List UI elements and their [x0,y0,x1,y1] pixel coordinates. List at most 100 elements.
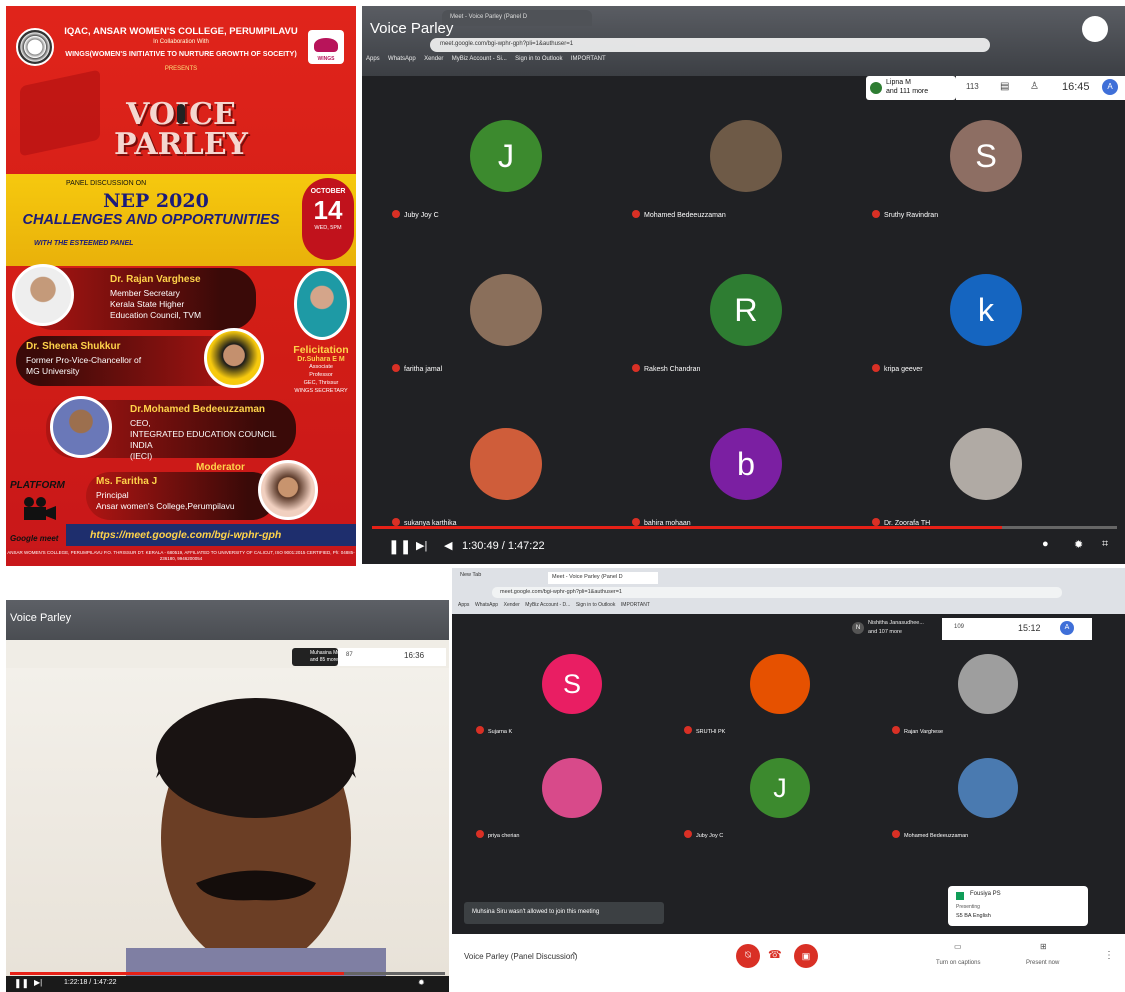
activities-icon[interactable]: ♙ [1030,81,1039,92]
others-chip[interactable]: Lipna M and 111 more [866,76,956,100]
participant-tile[interactable]: b bahira mohaan [628,410,864,530]
bookmark-whatsapp[interactable]: WhatsApp [388,56,416,62]
hang-up-icon[interactable]: ☎ [768,948,782,961]
pause-icon[interactable]: ❚❚ [388,538,411,555]
mic-off-icon [872,364,880,372]
mic-off-icon [392,364,400,372]
join-denied-notice: Muhsina Siru wasn't allowed to join this… [464,902,664,924]
fullscreen-exit-icon[interactable]: ⌗ [1102,538,1108,551]
bookmark-mybiz[interactable]: MyBiz Account - Si... [452,56,507,62]
speaker-photo [258,460,318,520]
mic-off-icon [476,726,484,734]
meeting-clock: 16:36 [404,651,425,660]
autoplay-toggle[interactable]: ● [1042,538,1049,550]
participant-tile[interactable]: faritha jamal [388,256,624,376]
topic-subtitle: CHALLENGES AND OPPORTUNITIES [22,212,280,228]
others-chip[interactable]: N Nishitha Janasudhee... and 107 more [850,618,942,640]
speaker-photo [204,328,264,388]
others-chip[interactable]: Muhasina Musi and 85 more [292,648,344,666]
event-poster: WINGS IQAC, ANSAR WOMEN'S COLLEGE, PERUM… [6,6,356,566]
participant-tile[interactable]: Rajan Varghese [888,642,1088,738]
felicitation-photo [294,268,350,340]
participant-name: Juby Joy C [392,210,439,219]
participant-tile[interactable]: Mohamed Bedeeuzzaman [888,746,1088,842]
participant-tile[interactable]: Mohamed Bedeeuzzaman [628,102,864,222]
participant-tile[interactable]: k kripa geever [868,256,1104,376]
panel-label: PANEL DISCUSSION ON [66,180,147,187]
browser-chrome [6,600,449,640]
tab-new[interactable]: New Tab [460,572,481,578]
bookmark-outlook[interactable]: Sign in to Outlook [515,56,562,62]
address-bar[interactable]: meet.google.com/bgi-wphr-gph?pli=1&authu… [492,587,1062,598]
meeting-details[interactable]: Voice Parley (Panel Discussion) [464,952,577,961]
mic-off-icon [632,210,640,218]
settings-icon[interactable]: ✹ [1074,538,1083,551]
participants-count[interactable]: 87 [346,652,353,658]
participant-tile[interactable]: R Rakesh Chandran [628,256,864,376]
bookmark-important[interactable]: IMPORTANT [571,56,606,62]
mic-off-icon [872,210,880,218]
player-controls: ❚❚ ▶| 1:22:18 / 1:47:22 ✹ [6,976,449,992]
microphone-icon [177,104,185,124]
video-progress[interactable] [372,526,1117,529]
participant-tile[interactable]: priya cherian [472,746,672,842]
bookmarks-bar: Apps WhatsApp Xender MyBiz Account - Si.… [366,56,606,62]
participant-name: Juby Joy C [684,830,723,839]
more-options-icon[interactable]: ⋮ [1104,950,1114,961]
bookmark-xender[interactable]: Xender [424,56,443,62]
speaker-video [6,668,449,978]
clock-icon [1082,16,1108,42]
felicitation: Felicitation Dr.Suhara E M Associate Pro… [293,344,349,394]
mic-off-icon [892,830,900,838]
participant-tile[interactable]: S Sujarna K [472,642,672,738]
present-now-button[interactable]: Present now [1026,960,1059,966]
participant-tile[interactable]: J Juby Joy C [680,746,880,842]
participant-tile[interactable]: SRUTHI PK [680,642,880,738]
participant-avatar: b [710,428,782,500]
participant-avatar [470,274,542,346]
meet-toolbar: 113 ▤ ♙ 16:45 A [956,76,1125,100]
browser-tab[interactable]: Meet - Voice Parley (Panel D [442,10,592,26]
participants-count[interactable]: 109 [954,624,964,630]
topic-title: NEP 2020 [103,190,209,212]
participant-tile[interactable]: S Sruthy Ravindran [868,102,1104,222]
pause-icon[interactable]: ❚❚ [14,978,29,989]
participant-name: Rakesh Chandran [632,364,700,373]
participant-tile[interactable]: sukanya karthika [388,410,624,530]
participant-name: SRUTHI PK [684,726,725,735]
participant-avatar [470,428,542,500]
participant-tile[interactable]: J Juby Joy C [388,102,624,222]
speaker-card: Ms. Faritha J Principal Ansar women's Co… [86,472,276,520]
self-avatar[interactable]: A [1102,79,1118,95]
address-bar[interactable]: meet.google.com/bgi-wphr-gph?pli=1&authu… [430,38,990,52]
next-icon[interactable]: ▶| [416,539,427,552]
participant-name: faritha jamal [392,364,442,373]
poster-header: IQAC, ANSAR WOMEN'S COLLEGE, PERUMPILAVU… [6,6,356,82]
captions-button[interactable]: Turn on captions [936,960,980,966]
volume-icon[interactable]: ◀ [444,539,452,552]
participant-avatar: J [750,758,810,818]
participant-avatar: S [950,120,1022,192]
participant-avatar [958,654,1018,714]
mic-off-icon[interactable]: ⍉ [736,944,760,968]
settings-icon[interactable]: ✹ [418,978,425,987]
self-avatar[interactable]: A [1060,621,1074,635]
participant-avatar [958,758,1018,818]
video-progress[interactable] [10,972,445,975]
speaker-figure [126,698,386,978]
meet-link[interactable]: https://meet.google.com/bgi-wphr-gph [90,529,281,541]
video-title: Voice Parley [370,20,454,37]
participants-count[interactable]: 113 [966,82,979,91]
bookmark-apps[interactable]: Apps [366,56,380,62]
chevron-up-icon[interactable]: ^ [572,951,576,960]
chat-icon[interactable]: ▤ [1000,81,1009,92]
presenting-card[interactable]: Fousiya PS Presenting S5 BA English [948,886,1088,926]
meeting-clock: 15:12 [1018,623,1041,633]
captions-icon[interactable]: ▭ [954,942,962,951]
browser-tab[interactable]: Meet - Voice Parley (Panel D [548,572,658,584]
participant-tile[interactable]: Dr. Zoorafa TH [868,410,1104,530]
present-icon[interactable]: ⊞ [1040,942,1047,951]
participant-avatar: k [950,274,1022,346]
next-icon[interactable]: ▶| [34,978,42,987]
camera-off-icon[interactable]: ▣ [794,944,818,968]
